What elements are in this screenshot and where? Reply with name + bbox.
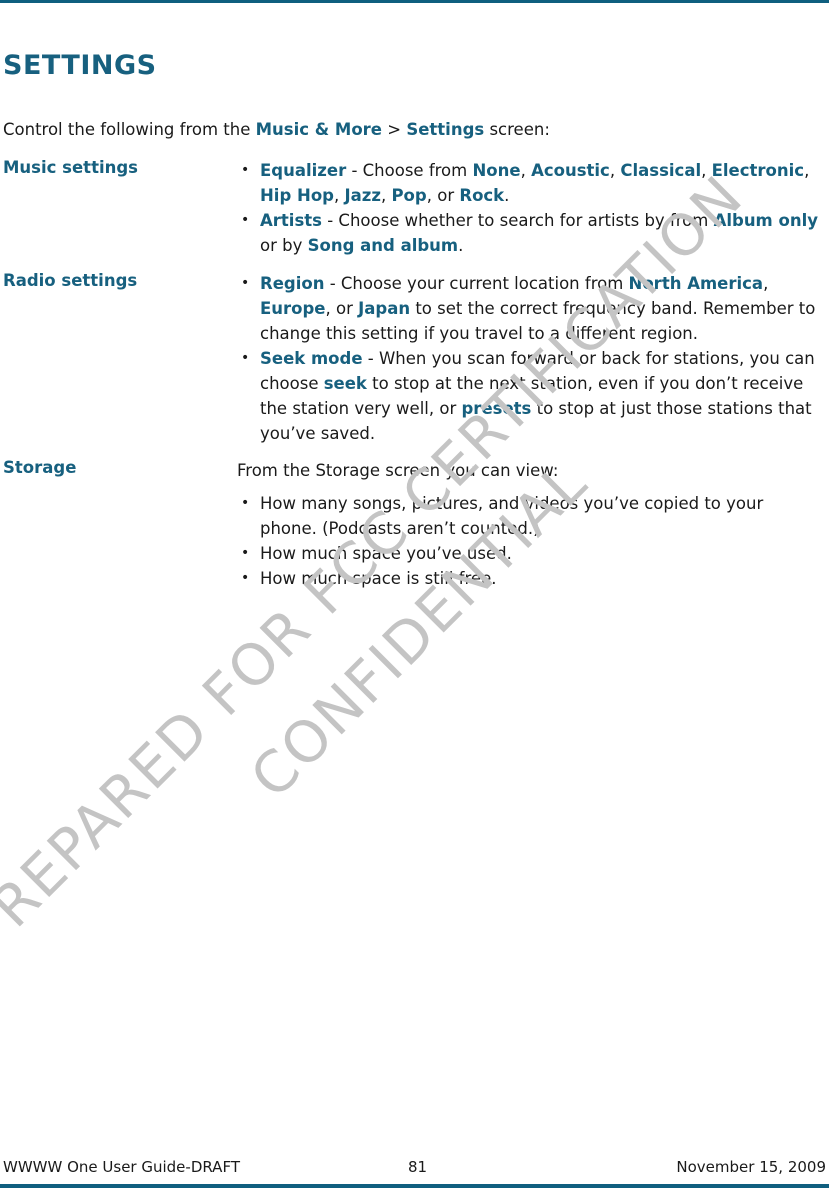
artists-desc: - Choose whether to search for artists b… bbox=[321, 211, 714, 230]
list-item: • How much space is still free. bbox=[237, 566, 822, 591]
term-artists: Artists bbox=[260, 211, 322, 230]
option-none: None bbox=[472, 161, 521, 180]
menu-path-separator: > bbox=[382, 120, 407, 139]
section-label-radio-settings: Radio settings bbox=[3, 271, 138, 290]
storage-item-text: How many songs, pictures, and videos you… bbox=[260, 494, 764, 538]
storage-list: • How many songs, pictures, and videos yo… bbox=[237, 491, 822, 591]
list-item-seek-mode: • Seek mode - When you scan forward or b… bbox=[237, 346, 822, 446]
storage-intro: From the Storage screen you can view: bbox=[237, 461, 559, 480]
bullet-icon: • bbox=[241, 275, 250, 291]
section-body-storage: From the Storage screen you can view: • H… bbox=[237, 458, 822, 591]
option-japan: Japan bbox=[358, 299, 411, 318]
intro-suffix: screen: bbox=[484, 120, 550, 139]
term-equalizer: Equalizer bbox=[260, 161, 347, 180]
list-item-equalizer: • Equalizer - Choose from None, Acoustic… bbox=[237, 158, 822, 208]
list-item-artists: • Artists - Choose whether to search for… bbox=[237, 208, 822, 258]
option-jazz: Jazz bbox=[344, 186, 381, 205]
list-item: • How many songs, pictures, and videos yo… bbox=[237, 491, 822, 541]
list-item: • How much space you’ve used. bbox=[237, 541, 822, 566]
section-label-music-settings: Music settings bbox=[3, 158, 138, 177]
storage-item-text: How much space you’ve used. bbox=[260, 544, 512, 563]
bottom-rule bbox=[0, 1184, 829, 1188]
option-presets: presets bbox=[461, 399, 532, 418]
radio-settings-list: • Region - Choose your current location … bbox=[237, 271, 822, 446]
menu-path-settings: Settings bbox=[406, 120, 485, 139]
footer-doc-title: WWWW One User Guide-DRAFT bbox=[3, 1158, 240, 1176]
option-classical: Classical bbox=[620, 161, 702, 180]
term-seek-mode: Seek mode bbox=[260, 349, 363, 368]
bullet-icon: • bbox=[241, 350, 250, 366]
option-album-only: Album only bbox=[713, 211, 818, 230]
option-acoustic: Acoustic bbox=[531, 161, 610, 180]
bullet-icon: • bbox=[241, 162, 250, 178]
top-rule bbox=[0, 0, 829, 3]
artists-desc-mid: or by bbox=[260, 236, 308, 255]
section-body-radio-settings: • Region - Choose your current location … bbox=[237, 271, 822, 446]
region-desc: - Choose your current location from bbox=[324, 274, 629, 293]
bullet-icon: • bbox=[241, 570, 250, 586]
sep: , bbox=[763, 274, 769, 293]
footer-date: November 15, 2009 bbox=[676, 1158, 826, 1176]
option-hip-hop: Hip Hop bbox=[260, 186, 334, 205]
menu-path-music-more: Music & More bbox=[255, 120, 382, 139]
storage-item-text: How much space is still free. bbox=[260, 569, 497, 588]
section-body-music-settings: • Equalizer - Choose from None, Acoustic… bbox=[237, 158, 822, 258]
option-song-and-album: Song and album bbox=[307, 236, 459, 255]
option-seek: seek bbox=[323, 374, 367, 393]
intro-paragraph: Control the following from the Music & M… bbox=[3, 118, 550, 142]
artists-desc-end: . bbox=[458, 236, 464, 255]
bullet-icon: • bbox=[241, 495, 250, 511]
equalizer-desc: - Choose from bbox=[346, 161, 473, 180]
page-title: SETTINGS bbox=[3, 50, 157, 81]
option-europe: Europe bbox=[260, 299, 326, 318]
bullet-icon: • bbox=[241, 212, 250, 228]
option-pop: Pop bbox=[391, 186, 427, 205]
music-settings-list: • Equalizer - Choose from None, Acoustic… bbox=[237, 158, 822, 258]
list-item-region: • Region - Choose your current location … bbox=[237, 271, 822, 346]
intro-prefix: Control the following from the bbox=[3, 120, 256, 139]
section-label-storage: Storage bbox=[3, 458, 77, 477]
footer-page-number: 81 bbox=[408, 1158, 428, 1176]
bullet-icon: • bbox=[241, 545, 250, 561]
option-north-america: North America bbox=[628, 274, 764, 293]
option-electronic: Electronic bbox=[711, 161, 805, 180]
option-rock: Rock bbox=[459, 186, 505, 205]
sep: , or bbox=[325, 299, 359, 318]
term-region: Region bbox=[260, 274, 325, 293]
conj-or: or bbox=[437, 186, 455, 205]
